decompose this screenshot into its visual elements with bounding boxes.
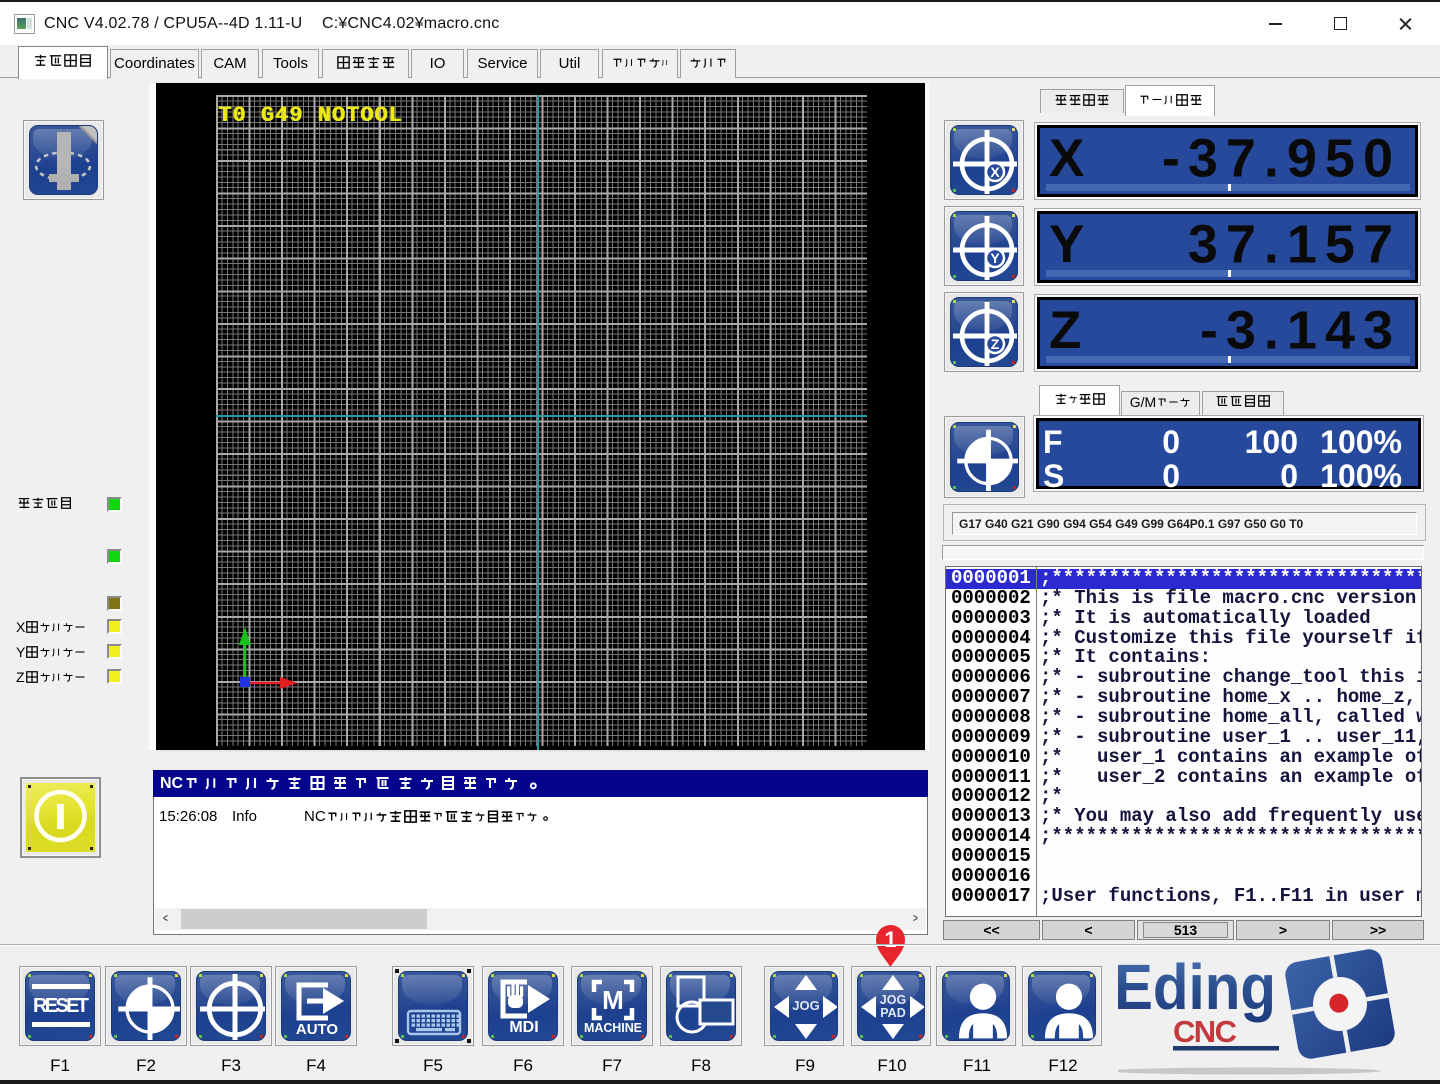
svg-text:RESET: RESET xyxy=(33,995,89,1017)
svg-text:Y: Y xyxy=(990,250,1000,266)
svg-text:AUTO: AUTO xyxy=(296,1021,339,1038)
svg-text:CNC: CNC xyxy=(1173,1014,1237,1049)
svg-text:JOG: JOG xyxy=(880,993,906,1007)
svg-text:Eding: Eding xyxy=(1118,951,1276,1023)
svg-text:X: X xyxy=(990,164,1000,180)
svg-text:JOG: JOG xyxy=(792,998,819,1013)
svg-text:PAD: PAD xyxy=(880,1006,905,1020)
svg-text:1: 1 xyxy=(884,927,896,952)
svg-text:Z: Z xyxy=(991,336,1000,352)
svg-text:M: M xyxy=(602,985,624,1015)
svg-text:MACHINE: MACHINE xyxy=(584,1021,642,1035)
svg-text:MDI: MDI xyxy=(509,1019,538,1036)
